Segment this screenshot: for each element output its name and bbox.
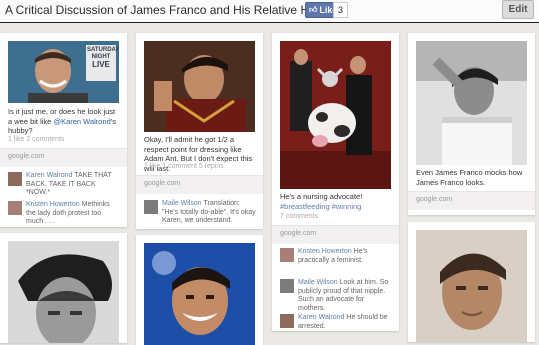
pin-description: Even James Franco mocks how James Franco…: [416, 168, 523, 187]
pin-card-1[interactable]: SATURDAY NIGHT LIVE Is it just me, or do…: [0, 33, 127, 227]
board-header: A Critical Discussion of James Franco an…: [0, 0, 539, 23]
snl-logo: SATURDAY NIGHT LIVE: [87, 47, 119, 69]
mention-link[interactable]: @Karen Walrond: [53, 117, 110, 126]
comment-author[interactable]: Kristen Howerton: [298, 248, 352, 255]
pin-card-6[interactable]: [136, 235, 263, 345]
pin-source[interactable]: google.com: [408, 191, 535, 210]
pin-stats: 7 comments: [280, 213, 319, 220]
comment-author[interactable]: Kristen Howerton: [26, 201, 80, 208]
pin-image[interactable]: [144, 41, 255, 132]
pin-image[interactable]: [416, 41, 527, 165]
board-title: A Critical Discussion of James Franco an…: [5, 3, 345, 17]
pin-stats: 1 like 1 comment 5 repins: [144, 163, 224, 170]
avatar[interactable]: [280, 314, 294, 328]
comment-author[interactable]: Karen Walrond: [298, 314, 344, 321]
pin-description: Is it just me, or does he look just a we…: [8, 107, 117, 135]
source-link[interactable]: google.com: [144, 180, 180, 187]
pin-source[interactable]: google.com: [136, 175, 263, 194]
hashtag-link[interactable]: #winning: [332, 202, 362, 211]
like-count: 3: [333, 2, 349, 18]
pin-description: He's a nursing advocate!: [280, 192, 363, 201]
avatar[interactable]: [280, 279, 294, 293]
pin-image[interactable]: [8, 241, 119, 343]
pin-card-2[interactable]: Okay, I'll admit he got 1/2 a respect po…: [136, 33, 263, 229]
comment-author[interactable]: Karen Walrond: [26, 172, 72, 179]
comment-author[interactable]: Maile Wilson: [298, 279, 338, 286]
pin-image[interactable]: [144, 243, 255, 345]
pin-card-4[interactable]: Even James Franco mocks how James Franco…: [408, 33, 535, 215]
avatar[interactable]: [280, 248, 294, 262]
pin-image[interactable]: [416, 230, 527, 342]
edit-button[interactable]: Edit: [502, 0, 534, 19]
pin-card-7[interactable]: [408, 222, 535, 342]
pin-card-5[interactable]: [0, 233, 127, 343]
pin-tags: #breastfeeding #winning: [280, 202, 391, 212]
pin-stats: 1 like 2 comments: [8, 136, 65, 143]
source-link[interactable]: google.com: [416, 196, 452, 203]
pin-image[interactable]: SATURDAY NIGHT LIVE: [8, 41, 119, 103]
pin-card-3[interactable]: He's a nursing advocate! #breastfeeding …: [272, 33, 399, 331]
avatar[interactable]: [8, 201, 22, 215]
source-link[interactable]: google.com: [280, 230, 316, 237]
thumbs-up-icon: 👍︎: [309, 5, 318, 14]
avatar[interactable]: [144, 200, 158, 214]
pin-source[interactable]: google.com: [0, 148, 127, 167]
avatar[interactable]: [8, 172, 22, 186]
hashtag-link[interactable]: #breastfeeding: [280, 202, 330, 211]
pin-image[interactable]: [280, 41, 391, 189]
pin-source[interactable]: google.com: [272, 225, 399, 244]
comment-author[interactable]: Maile Wilson: [162, 200, 202, 207]
source-link[interactable]: google.com: [8, 153, 44, 160]
